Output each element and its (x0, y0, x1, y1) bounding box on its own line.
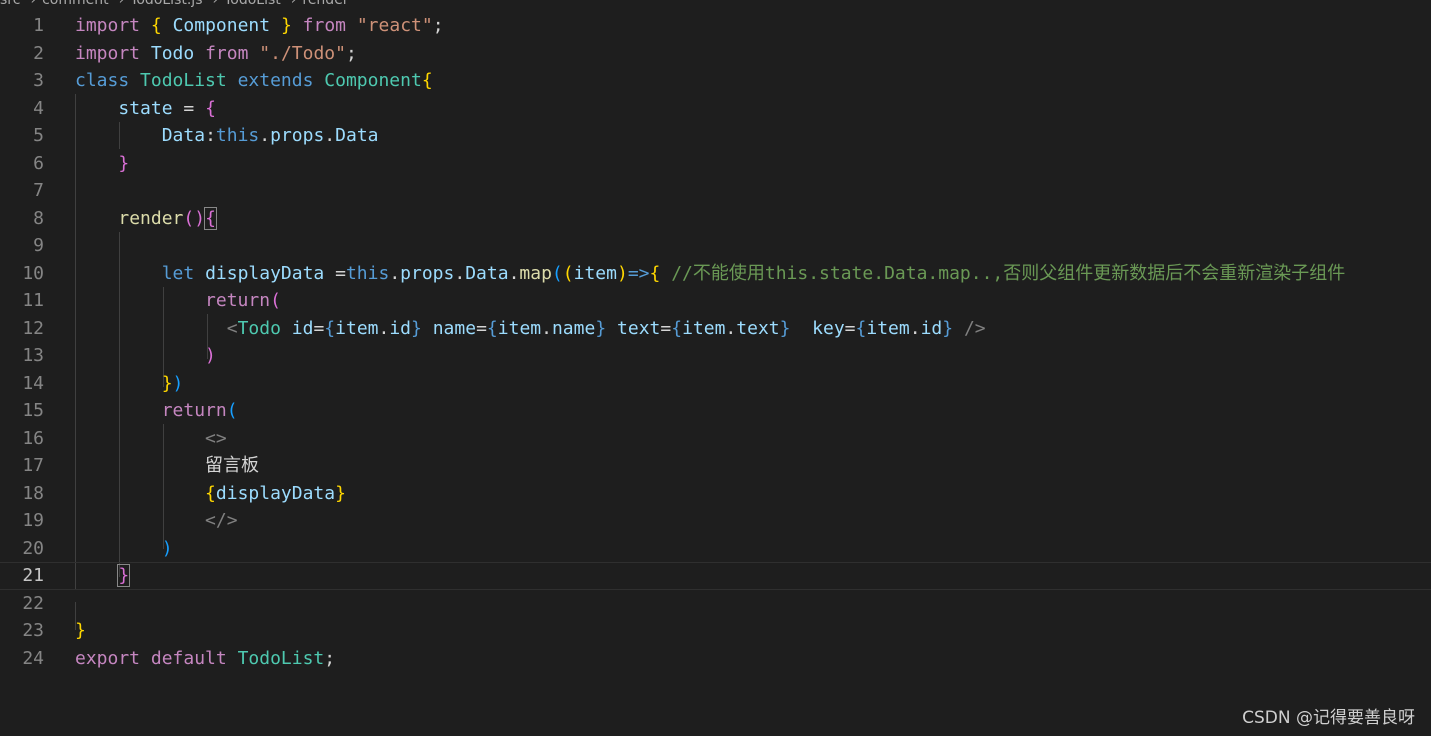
chevron-right-icon: › (30, 0, 37, 8)
code-text: } (117, 564, 131, 587)
watermark: CSDN @记得要善良呀 (1242, 708, 1415, 728)
code-text: <Todo id={item.id} name={item.name} text… (226, 317, 986, 339)
code-line[interactable]: 9 (0, 232, 1431, 260)
code-line[interactable]: 3 class TodoList extends Component{ (0, 67, 1431, 95)
code-line[interactable]: 5 Data:this.props.Data (0, 122, 1431, 150)
line-number: 21 (22, 565, 44, 586)
code-text: } (118, 152, 130, 174)
code-line[interactable]: 22 (0, 590, 1431, 618)
code-line[interactable]: 16 <> (0, 425, 1431, 453)
code-text: state = { (118, 97, 216, 119)
line-number: 17 (22, 455, 44, 476)
code-text: {displayData} (205, 482, 346, 504)
line-number: 1 (33, 15, 44, 36)
line-number: 2 (33, 42, 44, 64)
code-text: return( (161, 400, 238, 421)
code-line[interactable]: 1 import { Component } from "react"; (0, 12, 1431, 40)
line-number: 13 (22, 345, 44, 366)
line-number: 24 (22, 647, 44, 669)
code-line-current[interactable]: 21 } (0, 562, 1431, 590)
code-text: </> (205, 510, 238, 531)
code-text: import Todo from "./Todo"; (75, 42, 357, 64)
code-text: export default TodoList; (75, 647, 336, 669)
code-text: let displayData =this.props.Data.map((it… (161, 262, 1346, 284)
line-number: 12 (22, 317, 44, 339)
line-number: 3 (33, 70, 44, 91)
code-line[interactable]: 8 render(){ (0, 205, 1431, 233)
code-line[interactable]: 18 {displayData} (0, 480, 1431, 508)
code-line[interactable]: 12 <Todo id={item.id} name={item.name} t… (0, 315, 1431, 343)
code-text: }) (161, 372, 184, 394)
line-number: 5 (33, 125, 44, 146)
code-text: import { Component } from "react"; (75, 15, 444, 36)
line-number: 9 (33, 235, 44, 256)
line-number: 18 (22, 482, 44, 504)
code-editor[interactable]: 1 import { Component } from "react"; 2 imp… (0, 12, 1431, 672)
line-number: 23 (22, 620, 44, 641)
code-line[interactable]: 14 }) (0, 370, 1431, 398)
code-line[interactable]: 15 return( (0, 397, 1431, 425)
breadcrumb: src › comment › TodoList.js › TodoList › render (0, 0, 353, 8)
code-text: return( (205, 290, 281, 311)
code-line[interactable]: 7 (0, 177, 1431, 205)
line-number: 4 (33, 97, 44, 119)
code-line[interactable]: 17 留言板 (0, 452, 1431, 480)
code-line[interactable]: 4 state = { (0, 95, 1431, 123)
code-line[interactable]: 13 ) (0, 342, 1431, 370)
line-number: 11 (22, 290, 44, 311)
breadcrumb-item-class[interactable]: TodoList (224, 0, 281, 8)
line-number: 7 (33, 180, 44, 201)
chevron-right-icon: › (212, 0, 219, 8)
code-text: ) (161, 537, 173, 559)
code-text: ) (205, 345, 216, 366)
code-line[interactable]: 2 import Todo from "./Todo"; (0, 40, 1431, 68)
code-text: Data:this.props.Data (161, 125, 379, 146)
line-number: 19 (22, 510, 44, 531)
line-number: 16 (22, 427, 44, 449)
code-text: class TodoList extends Component{ (75, 70, 433, 91)
breadcrumb-item-method[interactable]: render (302, 0, 348, 8)
line-number: 22 (22, 592, 44, 614)
breadcrumb-item-folder[interactable]: comment (42, 0, 109, 8)
line-number: 20 (22, 537, 44, 559)
code-text: 留言板 (205, 455, 260, 476)
chevron-right-icon: › (290, 0, 297, 8)
breadcrumb-item-file[interactable]: TodoList.js (130, 0, 202, 8)
code-text: <> (205, 427, 227, 449)
code-line[interactable]: 19 </> (0, 507, 1431, 535)
line-number: 14 (22, 372, 44, 394)
code-editor-window: src › comment › TodoList.js › TodoList › render … (0, 0, 1431, 736)
line-number: 6 (33, 152, 44, 174)
chevron-right-icon: › (118, 0, 125, 8)
code-line[interactable]: 10 let displayData =this.props.Data.map(… (0, 260, 1431, 288)
code-line[interactable]: 20 ) (0, 535, 1431, 563)
line-number: 10 (22, 262, 44, 284)
code-text: } (75, 620, 86, 641)
code-line[interactable]: 23} (0, 617, 1431, 645)
line-number: 8 (33, 207, 44, 229)
code-text: render(){ (118, 206, 217, 230)
breadcrumb-item-src[interactable]: src (0, 0, 20, 8)
code-line[interactable]: 11 return( (0, 287, 1431, 315)
code-line[interactable]: 24 export default TodoList; (0, 645, 1431, 673)
code-line[interactable]: 6 } (0, 150, 1431, 178)
line-number: 15 (22, 400, 44, 421)
